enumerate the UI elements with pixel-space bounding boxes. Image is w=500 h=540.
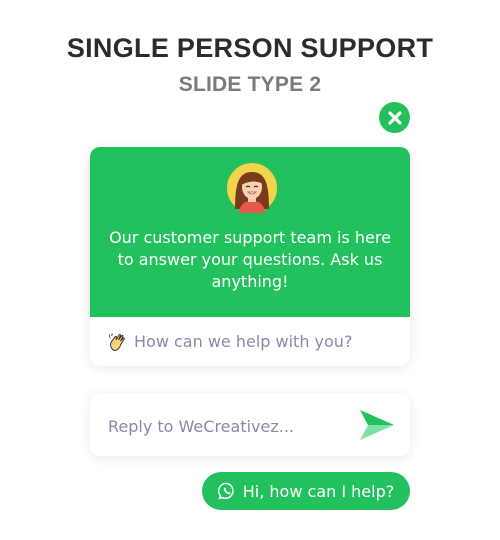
page-subtitle: SLIDE TYPE 2 — [178, 73, 322, 96]
agent-avatar — [227, 163, 277, 213]
send-icon[interactable] — [358, 408, 396, 442]
help-prompt-row[interactable]: How can we help with you? — [90, 317, 410, 366]
support-card: Our customer support team is here to ans… — [90, 147, 410, 366]
help-button-label: Hi, how can I help? — [242, 481, 395, 501]
help-prompt-text: How can we help with you? — [134, 332, 353, 351]
support-card-header: Our customer support team is here to ans… — [90, 147, 410, 317]
support-message: Our customer support team is here to ans… — [109, 228, 391, 291]
whatsapp-help-button[interactable]: Hi, how can I help? — [202, 472, 410, 510]
whatsapp-icon — [217, 482, 234, 500]
reply-box — [90, 393, 410, 456]
page-title: SINGLE PERSON SUPPORT — [66, 33, 434, 63]
close-button[interactable] — [379, 102, 410, 133]
reply-input[interactable] — [106, 413, 350, 439]
waving-hand-icon — [109, 332, 125, 351]
close-icon — [387, 110, 402, 125]
